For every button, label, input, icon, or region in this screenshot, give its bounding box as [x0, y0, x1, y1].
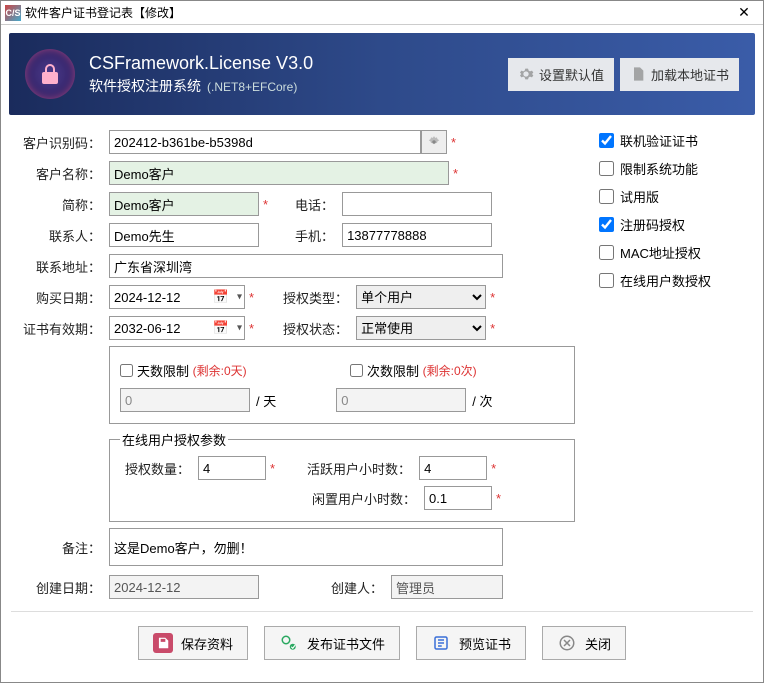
check-online-verify[interactable]: 联机验证证书: [599, 131, 739, 150]
label-cust-name: 客户名称：: [19, 164, 109, 183]
phone-input[interactable]: [342, 192, 492, 216]
label-auth-status: 授权状态：: [258, 319, 356, 338]
close-icon[interactable]: ✕: [729, 4, 759, 21]
banner-text: CSFramework.License V3.0 软件授权注册系统 (.NET8+…: [89, 53, 313, 96]
gen-id-button[interactable]: [421, 130, 447, 154]
count-limit-input: [336, 388, 466, 412]
close-icon: [557, 633, 577, 653]
expire-input[interactable]: [109, 316, 245, 340]
remark-input[interactable]: [109, 528, 503, 566]
address-input[interactable]: [109, 254, 503, 278]
auth-type-select[interactable]: 单个用户: [356, 285, 486, 309]
cust-name-input[interactable]: [109, 161, 449, 185]
check-trial[interactable]: 试用版: [599, 187, 739, 206]
limit-group: 天数限制 (剩余:0天) 次数限制 (剩余:0次) / 天 / 次: [109, 346, 575, 424]
label-address: 联系地址：: [19, 257, 109, 276]
lock-icon: [25, 49, 75, 99]
label-expire: 证书有效期：: [19, 319, 109, 338]
label-buy-date: 购买日期：: [19, 288, 109, 307]
publish-button[interactable]: 发布证书文件: [264, 626, 400, 660]
load-local-cert-button[interactable]: 加载本地证书: [620, 58, 739, 91]
banner-tech: (.NET8+EFCore): [207, 80, 297, 94]
label-auth-type: 授权类型：: [258, 288, 356, 307]
gear-icon: [427, 135, 441, 149]
mobile-input[interactable]: [342, 223, 492, 247]
check-online-user-auth[interactable]: 在线用户数授权: [599, 271, 739, 290]
header-banner: CSFramework.License V3.0 软件授权注册系统 (.NET8+…: [9, 33, 755, 115]
contact-input[interactable]: [109, 223, 259, 247]
cust-id-input[interactable]: [109, 130, 421, 154]
footer-toolbar: 保存资料 发布证书文件 预览证书 关闭: [11, 611, 753, 660]
creator-field: [391, 575, 503, 599]
gear-icon: [518, 66, 534, 82]
window-title: 软件客户证书登记表【修改】: [25, 4, 181, 21]
save-icon: [153, 633, 173, 653]
save-button[interactable]: 保存资料: [138, 626, 248, 660]
day-limit-input: [120, 388, 250, 412]
label-remark: 备注：: [19, 538, 109, 557]
preview-button[interactable]: 预览证书: [416, 626, 526, 660]
publish-icon: [279, 633, 299, 653]
label-phone: 电话：: [272, 195, 342, 214]
buy-date-input[interactable]: [109, 285, 245, 309]
banner-title: CSFramework.License V3.0: [89, 53, 313, 74]
check-mac-auth[interactable]: MAC地址授权: [599, 243, 739, 262]
check-limit-func[interactable]: 限制系统功能: [599, 159, 739, 178]
online-params-legend: 在线用户授权参数: [120, 430, 228, 449]
set-defaults-button[interactable]: 设置默认值: [508, 58, 614, 91]
label-create-date: 创建日期：: [19, 578, 109, 597]
count-limit-check[interactable]: 次数限制 (剩余:0次): [350, 361, 477, 380]
close-button[interactable]: 关闭: [542, 626, 626, 660]
label-contact: 联系人：: [19, 226, 109, 245]
label-creator: 创建人：: [259, 578, 391, 597]
options-panel: 联机验证证书 限制系统功能 试用版 注册码授权 MAC地址授权 在线用户数授权: [599, 131, 739, 299]
app-icon: C/S: [5, 5, 21, 21]
required-star: *: [451, 135, 456, 150]
label-short-name: 简称：: [19, 195, 109, 214]
active-hours-input[interactable]: [419, 456, 487, 480]
online-params-group: 在线用户授权参数 授权数量： * 活跃用户小时数： * 闲置用户小时数： *: [109, 430, 575, 522]
day-limit-check[interactable]: 天数限制 (剩余:0天): [120, 361, 320, 380]
preview-icon: [431, 633, 451, 653]
label-cust-id: 客户识别码：: [19, 133, 109, 152]
label-mobile: 手机：: [272, 226, 342, 245]
banner-subtitle: 软件授权注册系统: [89, 78, 201, 94]
auth-status-select[interactable]: 正常使用: [356, 316, 486, 340]
window-titlebar: C/S 软件客户证书登记表【修改】 ✕: [1, 1, 763, 25]
file-icon: [630, 66, 646, 82]
short-name-input[interactable]: [109, 192, 259, 216]
create-date-field: [109, 575, 259, 599]
auth-qty-input[interactable]: [198, 456, 266, 480]
idle-hours-input[interactable]: [424, 486, 492, 510]
check-regcode-auth[interactable]: 注册码授权: [599, 215, 739, 234]
